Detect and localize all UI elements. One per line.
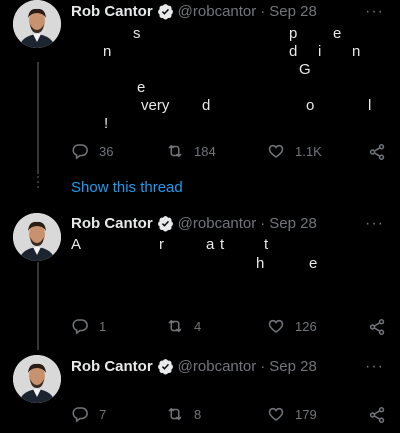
text-fragment: h [256,255,265,272]
text-fragment: very [141,97,170,114]
share-icon [369,407,385,423]
text-fragment: s [133,25,141,42]
share-button[interactable] [368,406,386,429]
tweet-header: Rob Cantor @robcantor · Sep 28 [71,356,317,376]
text-fragment: a [206,236,215,253]
share-button[interactable] [368,318,386,341]
reply-count: 1 [99,318,107,334]
avatar[interactable] [13,355,61,403]
retweet-count: 8 [194,406,202,422]
retweet-icon [168,145,182,157]
more-icon[interactable]: ··· [365,4,384,20]
text-fragment: d [289,43,298,60]
text-fragment: t [220,236,225,253]
like-button[interactable]: 179 [267,405,317,423]
text-fragment: o [306,97,315,114]
like-count: 1.1K [295,143,322,159]
reply-count: 36 [99,143,114,159]
retweet-button[interactable]: 8 [166,405,201,423]
handle[interactable]: @robcantor [178,215,257,232]
like-button[interactable]: 126 [267,317,317,335]
text-fragment: d [202,97,211,114]
more-icon[interactable]: ··· [365,359,384,375]
tweet-actions: 36 184 1.1K [71,142,386,162]
retweet-button[interactable]: 4 [166,317,201,335]
text-fragment: n [352,43,361,60]
display-name[interactable]: Rob Cantor [71,215,153,232]
like-count: 126 [295,318,317,334]
thread-line-1 [37,62,39,174]
text-fragment: l [368,97,372,114]
tweet-header: Rob Cantor @robcantor · Sep 28 [71,1,317,21]
share-icon [369,144,385,160]
handle[interactable]: @robcantor [178,358,257,375]
more-icon[interactable]: ··· [365,216,384,232]
verified-badge-icon [157,358,173,375]
reply-count: 7 [99,406,107,422]
reply-button[interactable]: 36 [71,142,113,160]
like-count: 179 [295,406,317,422]
separator: · [260,357,266,375]
handle[interactable]: @robcantor [178,3,257,20]
text-fragment: p [289,25,298,42]
avatar[interactable] [13,213,61,261]
reply-icon [72,407,88,423]
share-button[interactable] [368,143,386,166]
reply-icon [72,144,88,160]
retweet-count: 4 [194,318,202,334]
text-fragment: t [264,236,269,253]
text-fragment: e [137,79,146,96]
timestamp[interactable]: Sep 28 [269,3,317,20]
thread-gap-dots [37,176,39,196]
text-fragment: ! [104,115,109,132]
retweet-icon [168,320,182,332]
text-fragment: r [159,236,164,253]
reply-button[interactable]: 1 [71,317,106,335]
timestamp[interactable]: Sep 28 [269,215,317,232]
timestamp[interactable]: Sep 28 [269,358,317,375]
text-fragment: e [309,255,318,272]
text-fragment: n [103,43,112,60]
tweet-actions: 1 4 126 [71,317,386,337]
like-button[interactable]: 1.1K [267,142,322,160]
display-name[interactable]: Rob Cantor [71,358,153,375]
verified-badge-icon [157,215,173,232]
show-thread-link[interactable]: Show this thread [71,179,183,196]
reply-button[interactable]: 7 [71,405,106,423]
reply-icon [72,319,88,335]
display-name[interactable]: Rob Cantor [71,3,153,20]
retweet-button[interactable]: 184 [166,142,216,160]
text-fragment: i [318,43,322,60]
text-fragment: e [333,25,342,42]
tweet-actions: 7 8 179 [71,405,386,425]
like-icon [268,407,284,421]
share-icon [369,319,385,335]
tweet-header: Rob Cantor @robcantor · Sep 28 [71,213,317,233]
retweet-count: 184 [194,143,216,159]
separator: · [260,214,266,232]
retweet-icon [168,408,182,420]
avatar[interactable] [13,0,61,48]
like-icon [268,144,284,158]
text-fragment: A [71,236,82,253]
thread-line-2 [37,262,39,350]
text-fragment: G [299,61,311,78]
separator: · [260,2,266,20]
verified-badge-icon [157,3,173,20]
like-icon [268,319,284,333]
